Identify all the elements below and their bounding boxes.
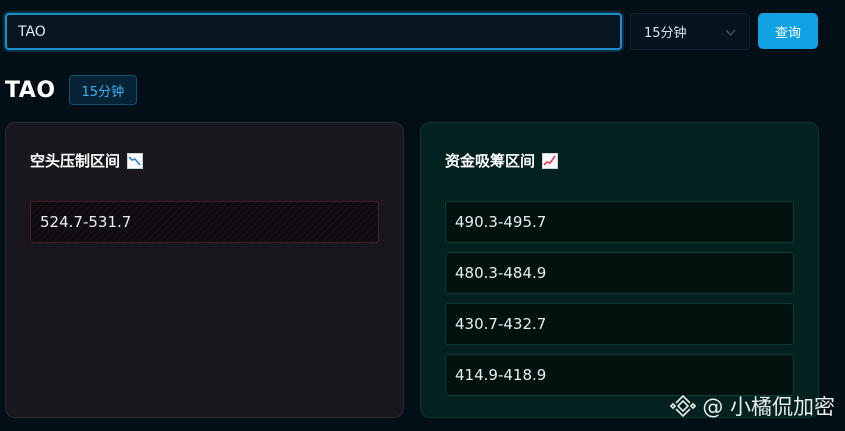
period-tag: 15分钟 — [68, 75, 138, 105]
long-panel-title: 资金吸筹区间 — [445, 152, 536, 170]
search-bar: 15分钟 查询 — [5, 13, 819, 50]
short-range-item: 524.7-531.7 — [30, 201, 379, 243]
watermark: @ 小橘侃加密 — [670, 391, 835, 421]
chart-increasing-icon — [542, 152, 559, 169]
search-input[interactable] — [5, 13, 622, 50]
long-range-item: 430.7-432.7 — [445, 303, 794, 345]
long-range-list: 490.3-495.7 480.3-484.9 430.7-432.7 414.9-4… — [445, 201, 794, 396]
query-button[interactable]: 查询 — [758, 13, 818, 49]
long-range-item: 490.3-495.7 — [445, 201, 794, 243]
accumulation-panel: 资金吸筹区间 490.3-495.7 480.3-484.9 430.7-432.7… — [420, 122, 819, 418]
page-title: TAO — [5, 77, 56, 103]
chart-decreasing-icon — [127, 152, 144, 169]
long-panel-header: 资金吸筹区间 — [445, 150, 559, 171]
title-row: TAO 15分钟 — [5, 75, 138, 105]
chevron-down-icon — [726, 27, 736, 37]
period-select[interactable]: 15分钟 — [630, 13, 750, 50]
binance-logo-icon — [670, 393, 697, 419]
short-pressure-panel: 空头压制区间 524.7-531.7 — [5, 122, 404, 418]
short-panel-header: 空头压制区间 — [30, 150, 144, 171]
long-range-item: 480.3-484.9 — [445, 252, 794, 294]
page: 15分钟 查询 TAO 15分钟 空头压制区间 524.7-531.7 — [0, 0, 845, 431]
short-range-list: 524.7-531.7 — [30, 201, 379, 243]
watermark-text: @ 小橘侃加密 — [702, 395, 835, 419]
short-panel-title: 空头压制区间 — [30, 152, 121, 170]
long-range-item: 414.9-418.9 — [445, 354, 794, 396]
period-select-value: 15分钟 — [644, 26, 687, 41]
